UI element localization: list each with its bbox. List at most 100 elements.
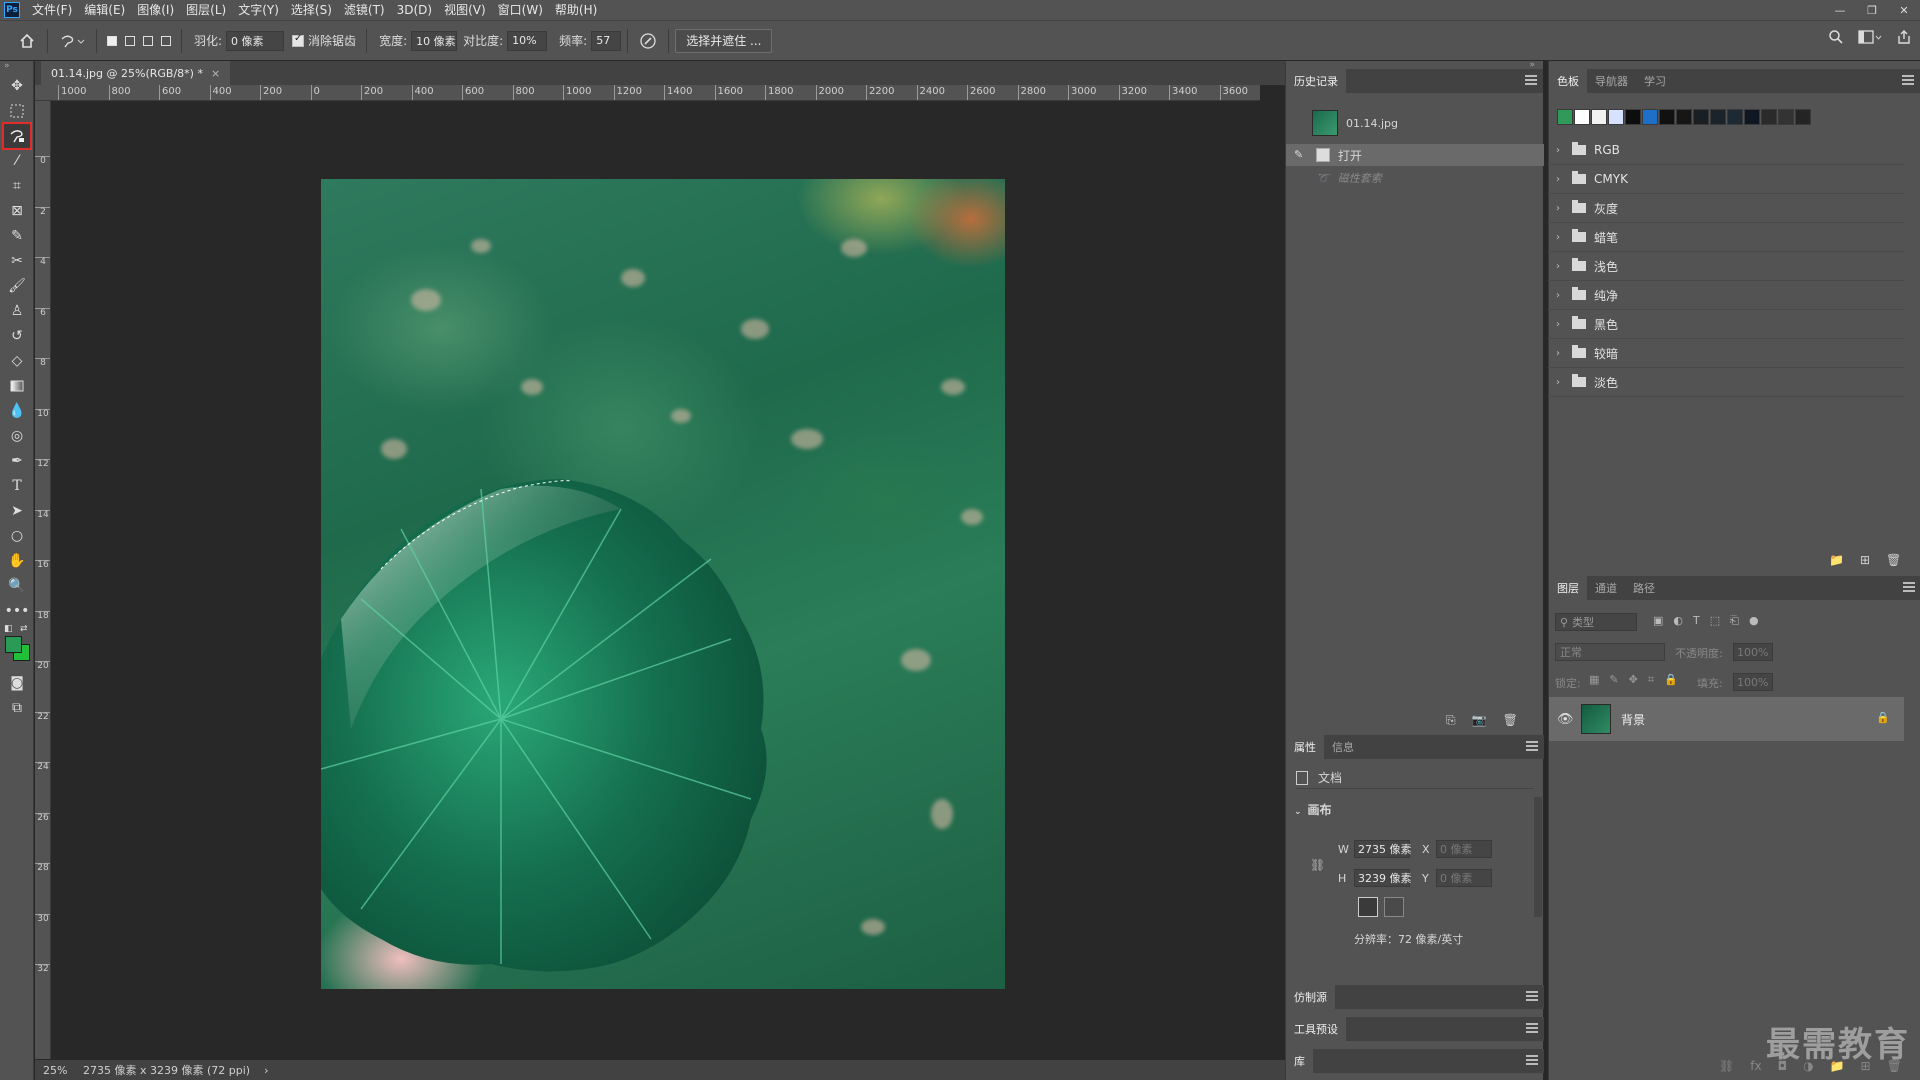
pen-tool-icon[interactable]: ✒ — [4, 449, 30, 473]
color-swatch[interactable] — [1744, 109, 1760, 125]
tool-presets-menu-icon[interactable] — [1526, 1023, 1538, 1033]
properties-panel-menu-icon[interactable] — [1526, 741, 1538, 751]
contrast-input[interactable]: 10% — [507, 30, 548, 51]
dodge-tool-icon[interactable]: ◎ — [4, 424, 30, 448]
tab-layers[interactable]: 图层 — [1549, 576, 1587, 600]
filter-pixel-icon[interactable]: ▣ — [1653, 614, 1663, 628]
layers-panel-menu-icon[interactable] — [1903, 582, 1915, 592]
portrait-orientation-icon[interactable] — [1358, 897, 1378, 917]
close-window-button[interactable]: ✕ — [1888, 0, 1920, 20]
color-swatch[interactable] — [1693, 109, 1709, 125]
menu-layer[interactable]: 图层(L) — [180, 0, 232, 20]
minimize-button[interactable]: — — [1824, 0, 1856, 20]
document-image[interactable] — [321, 179, 1005, 989]
ellipse-tool-icon[interactable]: ○ — [4, 524, 30, 548]
color-swatch[interactable] — [1710, 109, 1726, 125]
eyedropper-tool-icon[interactable]: ✎ — [4, 224, 30, 248]
new-document-from-state-icon[interactable]: ⎘ — [1446, 713, 1456, 728]
path-selection-tool-icon[interactable]: ➤ — [4, 499, 30, 523]
tab-history[interactable]: 历史记录 — [1286, 69, 1346, 93]
swatch-group-cmyk[interactable]: › CMYK — [1548, 165, 1904, 194]
color-swatch[interactable] — [1625, 109, 1641, 125]
swatch-group-darker[interactable]: › 较暗 — [1548, 339, 1904, 368]
tab-channels[interactable]: 通道 — [1587, 576, 1625, 600]
eraser-tool-icon[interactable]: ◇ — [4, 349, 30, 373]
clone-source-menu-icon[interactable] — [1526, 991, 1538, 1001]
menu-filter[interactable]: 滤镜(T) — [338, 0, 391, 20]
tab-clone-source[interactable]: 仿制源 — [1286, 985, 1335, 1009]
filter-shape-icon[interactable]: ⬚ — [1710, 614, 1720, 628]
color-swatch[interactable] — [1727, 109, 1743, 125]
menu-help[interactable]: 帮助(H) — [549, 0, 603, 20]
blur-tool-icon[interactable]: 💧 — [4, 399, 30, 423]
layer-filter-dropdown[interactable]: ⚲ 类型 — [1555, 613, 1637, 631]
swatch-group-pure[interactable]: › 纯净 — [1548, 281, 1904, 310]
magnetic-lasso-tool-icon[interactable] — [2, 122, 32, 150]
marquee-tool-icon[interactable] — [4, 99, 30, 123]
delete-state-icon[interactable]: 🗑 — [1503, 713, 1518, 728]
tab-swatches[interactable]: 色板 — [1549, 69, 1587, 93]
collapse-dock-icon[interactable]: » — [1286, 61, 1543, 70]
history-snapshot[interactable]: 01.14.jpg — [1286, 107, 1544, 139]
color-swatch[interactable] — [1574, 109, 1590, 125]
swatch-group-pastel[interactable]: › 蜡笔 — [1548, 223, 1904, 252]
tab-tool-presets[interactable]: 工具预设 — [1286, 1017, 1346, 1041]
menu-file[interactable]: 文件(F) — [26, 0, 78, 20]
color-swatch[interactable] — [1608, 109, 1624, 125]
width-input[interactable]: 10 像素 — [411, 30, 458, 51]
opacity-input[interactable]: 100% — [1733, 643, 1773, 661]
link-dimensions-icon[interactable]: ⛓ — [1310, 858, 1325, 872]
pen-pressure-icon[interactable] — [635, 28, 661, 54]
history-brush-tool-icon[interactable]: ↺ — [4, 324, 30, 348]
new-swatch-icon[interactable]: ⊞ — [1860, 553, 1870, 567]
menu-image[interactable]: 图像(I) — [131, 0, 180, 20]
filter-smart-object-icon[interactable]: ⎗ — [1730, 614, 1739, 628]
crop-tool-icon[interactable]: ⌗ — [4, 174, 30, 198]
new-selection-icon[interactable] — [103, 32, 121, 50]
select-and-mask-button[interactable]: 选择并遮住 ... — [675, 28, 773, 53]
more-tools-icon[interactable]: ••• — [4, 599, 30, 623]
menu-window[interactable]: 窗口(W) — [492, 0, 549, 20]
color-swatch[interactable] — [1659, 109, 1675, 125]
foreground-color[interactable] — [5, 636, 22, 653]
document-tab[interactable]: 01.14.jpg @ 25%(RGB/8*) * × — [41, 61, 231, 85]
restore-button[interactable]: ❐ — [1856, 0, 1888, 20]
swatch-group-dark[interactable]: › 黑色 — [1548, 310, 1904, 339]
layer-row-background[interactable]: 👁 背景 🔒 — [1549, 697, 1904, 741]
new-swatch-group-icon[interactable]: 📁 — [1829, 553, 1844, 567]
width-field[interactable]: 2735 像素 — [1354, 840, 1412, 858]
link-layers-icon[interactable]: ⛓ — [1719, 1059, 1734, 1073]
type-tool-icon[interactable]: T — [4, 474, 30, 498]
swatch-group-grayscale[interactable]: › 灰度 — [1548, 194, 1904, 223]
lock-transparent-icon[interactable]: ▦ — [1589, 673, 1599, 687]
document-info[interactable]: 2735 像素 x 3239 像素 (72 ppi) — [83, 1062, 250, 1078]
tab-properties[interactable]: 属性 — [1286, 735, 1324, 759]
swatch-group-rgb[interactable]: › RGB — [1548, 136, 1904, 165]
fill-input[interactable]: 100% — [1733, 673, 1773, 691]
canvas-area[interactable] — [52, 102, 1260, 1059]
add-to-selection-icon[interactable] — [121, 32, 139, 50]
history-step-lasso[interactable]: ➰ 磁性套索 — [1286, 167, 1544, 189]
height-field[interactable]: 3239 像素 — [1354, 869, 1412, 887]
antialias-checkbox[interactable] — [292, 33, 305, 47]
blend-mode-select[interactable]: 正常 — [1555, 643, 1665, 661]
lock-position-icon[interactable]: ✥ — [1629, 673, 1638, 687]
brush-tool-icon[interactable]: 🖌 — [4, 274, 30, 298]
filter-adjustment-icon[interactable]: ◐ — [1673, 614, 1683, 628]
clone-stamp-tool-icon[interactable]: ♙ — [4, 299, 30, 323]
move-tool-icon[interactable]: ✥ — [4, 74, 30, 98]
intersect-selection-icon[interactable] — [157, 32, 175, 50]
magic-wand-tool-icon[interactable]: ⁄ — [4, 149, 30, 173]
libraries-menu-icon[interactable] — [1526, 1055, 1538, 1065]
zoom-tool-icon[interactable]: 🔍 — [4, 574, 30, 598]
menu-3d[interactable]: 3D(D) — [391, 0, 438, 20]
filter-toggle-icon[interactable]: ● — [1749, 614, 1759, 628]
frequency-input[interactable]: 57 — [591, 30, 622, 51]
swatches-panel-menu-icon[interactable] — [1902, 75, 1914, 85]
eye-icon[interactable]: 👁 — [1557, 712, 1577, 727]
swap-colors-icon[interactable]: ⇄ — [20, 624, 28, 634]
menu-view[interactable]: 视图(V) — [438, 0, 492, 20]
healing-brush-tool-icon[interactable]: ✂ — [4, 249, 30, 273]
search-icon[interactable] — [1828, 29, 1844, 48]
y-field[interactable]: 0 像素 — [1436, 869, 1492, 887]
